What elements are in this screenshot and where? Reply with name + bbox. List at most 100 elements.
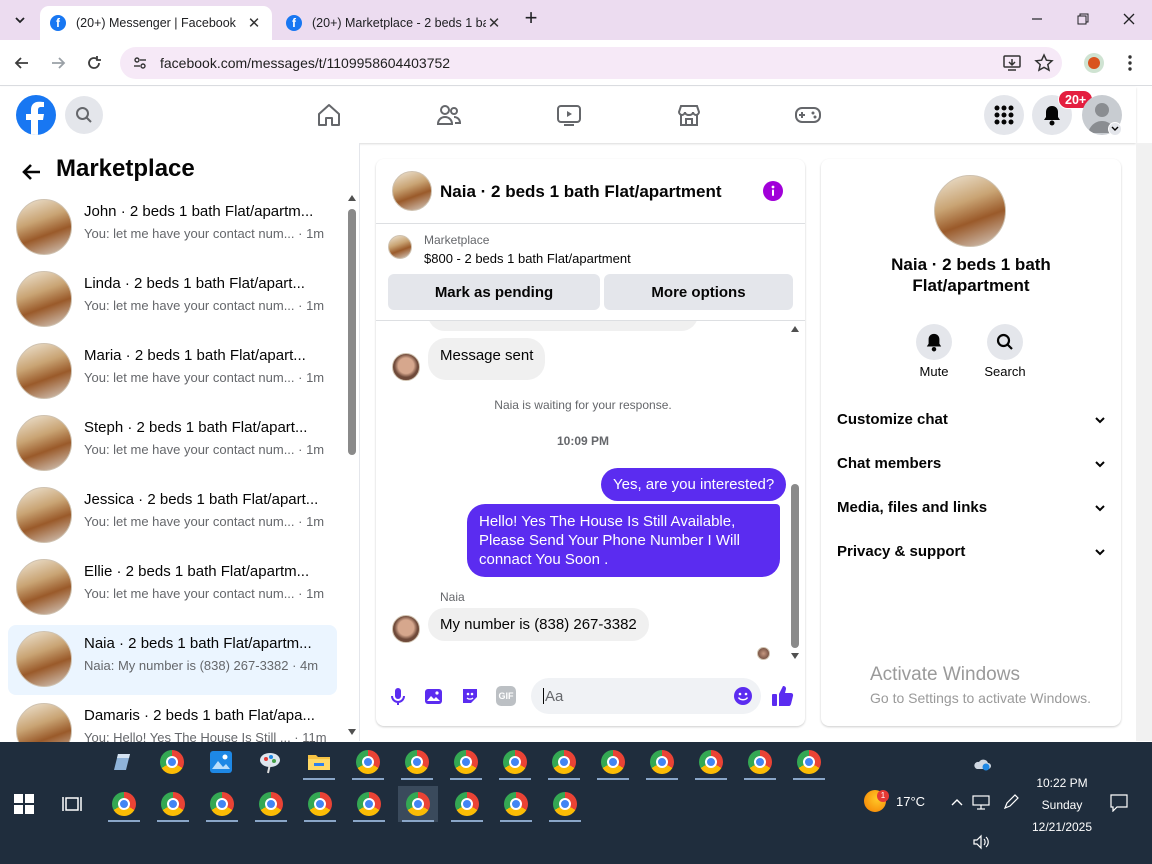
gif-button[interactable]: GIF <box>496 686 516 706</box>
clock[interactable]: 10:22 PM Sunday 12/21/2025 <box>1024 772 1100 838</box>
taskbar-photos-app[interactable] <box>201 744 241 780</box>
taskbar-paint-app[interactable] <box>250 744 290 780</box>
network-icon[interactable] <box>972 794 990 810</box>
pen-icon[interactable] <box>1002 794 1020 810</box>
volume-icon[interactable] <box>972 834 990 850</box>
close-tab-icon[interactable]: ✕ <box>246 14 262 32</box>
conversation-info-button[interactable] <box>763 181 783 201</box>
conversation-item[interactable]: Jessica · 2 beds 1 bath Flat/apart... You… <box>8 481 337 551</box>
scroll-up-arrow[interactable] <box>348 195 356 201</box>
tab-search-button[interactable] <box>8 10 32 30</box>
close-tab-icon[interactable]: ✕ <box>486 14 502 32</box>
page-scrollbar[interactable] <box>1136 143 1152 741</box>
taskbar-chrome-window[interactable] <box>300 786 340 822</box>
search-in-conversation-button[interactable] <box>987 324 1023 360</box>
naia-avatar[interactable] <box>392 615 420 643</box>
taskbar-chrome-window[interactable] <box>153 786 193 822</box>
nav-marketplace[interactable] <box>676 102 702 128</box>
emoji-icon[interactable] <box>733 686 753 706</box>
task-view-button[interactable] <box>62 794 82 814</box>
tab-marketplace[interactable]: f (20+) Marketplace - 2 beds 1 bath ✕ <box>276 6 512 40</box>
taskbar-chrome-window[interactable] <box>496 786 536 822</box>
taskbar-chrome-window[interactable] <box>691 744 731 780</box>
taskbar-chrome-window[interactable] <box>545 786 585 822</box>
taskbar-chrome-window[interactable] <box>642 744 682 780</box>
chat-listing-avatar[interactable] <box>392 171 432 211</box>
message-bubble-sent-notice[interactable]: Message sent <box>428 338 546 380</box>
taskbar-chrome-window[interactable] <box>104 786 144 822</box>
info-listing-avatar[interactable] <box>934 175 1006 247</box>
chat-members-section[interactable]: Chat members <box>837 455 1107 472</box>
nav-watch[interactable] <box>556 102 582 128</box>
start-button[interactable] <box>14 794 34 814</box>
send-like-button[interactable] <box>771 684 795 708</box>
forward-button[interactable] <box>48 53 68 73</box>
chat-title[interactable]: Naia · 2 beds 1 bath Flat/apartment <box>440 182 722 202</box>
minimize-button[interactable] <box>1026 8 1048 30</box>
address-bar[interactable]: facebook.com/messages/t/1109958604403752 <box>120 47 1062 79</box>
bookmark-button[interactable] <box>1034 53 1054 73</box>
taskbar-chrome-window[interactable] <box>495 744 535 780</box>
voice-clip-button[interactable] <box>388 686 408 706</box>
outgoing-message[interactable]: Hello! Yes The House Is Still Available,… <box>467 504 780 577</box>
mute-button[interactable] <box>916 324 952 360</box>
naia-avatar[interactable] <box>392 353 420 381</box>
conversation-item[interactable]: Maria · 2 beds 1 bath Flat/apart... You: … <box>8 337 337 407</box>
scrollbar-thumb[interactable] <box>348 209 356 455</box>
scroll-down-arrow[interactable] <box>791 653 799 659</box>
nav-friends[interactable] <box>436 102 462 128</box>
conversation-item[interactable]: Linda · 2 beds 1 bath Flat/apart... You: … <box>8 265 337 335</box>
taskbar-chrome-window[interactable] <box>593 744 633 780</box>
taskbar-chrome-window[interactable] <box>202 786 242 822</box>
listing-price[interactable]: $800 - 2 beds 1 bath Flat/apartment <box>424 251 631 266</box>
new-tab-button[interactable]: + <box>520 7 542 30</box>
action-center-button[interactable] <box>1110 794 1128 812</box>
back-arrow-button[interactable] <box>20 160 44 184</box>
conversation-item[interactable]: Naia · 2 beds 1 bath Flat/apartm... Naia:… <box>8 625 337 695</box>
back-button[interactable] <box>12 53 32 73</box>
facebook-logo[interactable] <box>16 95 56 135</box>
browser-menu-button[interactable] <box>1122 53 1138 73</box>
scroll-down-arrow[interactable] <box>348 729 356 735</box>
message-bubble-clipped[interactable]: It is still available. <box>428 321 698 331</box>
mark-as-pending-button[interactable]: Mark as pending <box>388 274 600 310</box>
show-hidden-icons[interactable] <box>950 796 964 808</box>
weather-widget[interactable]: 17°C <box>864 790 925 812</box>
conversation-item[interactable]: Ellie · 2 beds 1 bath Flat/apartm... You:… <box>8 553 337 623</box>
taskbar-chrome-window[interactable] <box>398 786 438 822</box>
sticker-button[interactable] <box>460 686 480 706</box>
site-settings-icon[interactable] <box>132 55 148 71</box>
conversation-item[interactable]: John · 2 beds 1 bath Flat/apartm... You: … <box>8 193 337 263</box>
reload-button[interactable] <box>84 53 104 73</box>
menu-button[interactable] <box>984 95 1024 135</box>
taskbar-file-explorer[interactable] <box>299 744 339 780</box>
search-button[interactable] <box>65 96 103 134</box>
thread-scrollbar[interactable] <box>789 324 801 662</box>
media-files-links-section[interactable]: Media, files and links <box>837 499 1107 516</box>
taskbar-notes-app[interactable] <box>102 744 142 780</box>
taskbar-chrome-window[interactable] <box>348 744 388 780</box>
scrollbar-thumb[interactable] <box>791 484 799 648</box>
taskbar-chrome-window[interactable] <box>789 744 829 780</box>
restore-button[interactable] <box>1072 8 1094 30</box>
attach-photo-button[interactable] <box>424 686 444 706</box>
profile-avatar-button[interactable] <box>1084 53 1104 73</box>
conversation-item[interactable]: Steph · 2 beds 1 bath Flat/apart... You: … <box>8 409 337 479</box>
more-options-button[interactable]: More options <box>604 274 793 310</box>
taskbar-chrome-window[interactable] <box>447 786 487 822</box>
tab-messenger[interactable]: f (20+) Messenger | Facebook ✕ <box>40 6 272 40</box>
account-chevron[interactable] <box>1108 122 1122 136</box>
install-app-button[interactable] <box>1002 53 1022 73</box>
taskbar-chrome-window[interactable] <box>349 786 389 822</box>
sidebar-scrollbar[interactable] <box>346 195 358 735</box>
taskbar-chrome-window[interactable] <box>251 786 291 822</box>
taskbar-chrome-window[interactable] <box>446 744 486 780</box>
scroll-up-arrow[interactable] <box>791 326 799 332</box>
listing-thumbnail[interactable] <box>388 235 412 259</box>
privacy-support-section[interactable]: Privacy & support <box>837 543 1107 560</box>
tray-onedrive-icon[interactable] <box>972 756 992 772</box>
nav-home[interactable] <box>316 102 342 128</box>
taskbar-chrome[interactable] <box>152 744 192 780</box>
nav-gaming[interactable] <box>794 102 822 128</box>
taskbar-chrome-window[interactable] <box>740 744 780 780</box>
